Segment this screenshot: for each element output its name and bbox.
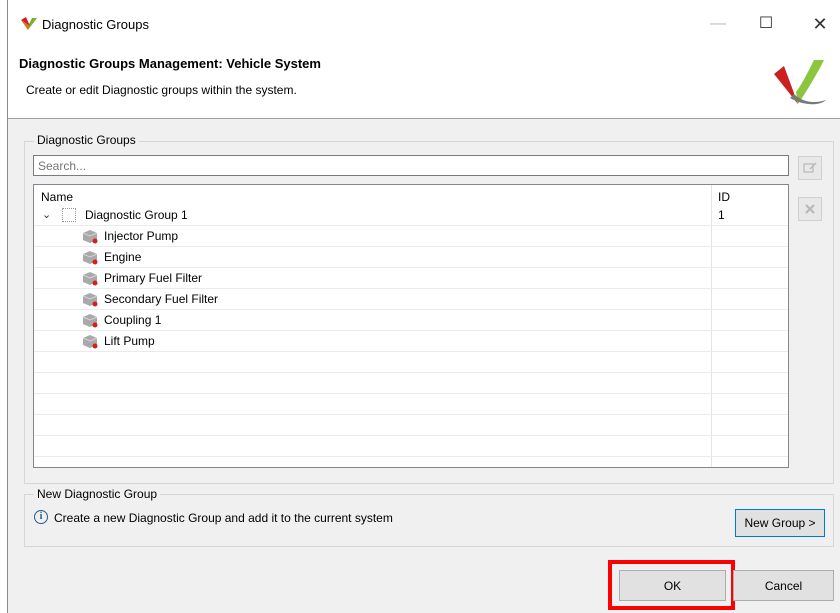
new-group-info-text: Create a new Diagnostic Group and add it… (54, 511, 393, 525)
component-icon (82, 251, 98, 265)
tree-row-empty (34, 415, 788, 436)
column-header-id[interactable]: ID (718, 190, 730, 204)
delete-icon (805, 204, 815, 214)
child-label: Injector Pump (104, 229, 179, 243)
column-header-name[interactable]: Name (41, 190, 73, 204)
tree-row-child[interactable]: Coupling 1 (34, 310, 788, 331)
edit-icon (803, 162, 817, 173)
tree-header: Name ID (34, 185, 788, 205)
new-group-button[interactable]: New Group > (735, 509, 825, 537)
component-icon (82, 272, 98, 286)
tree-row-child[interactable]: Injector Pump (34, 226, 788, 247)
window-title: Diagnostic Groups (42, 17, 149, 32)
group-checkbox[interactable] (62, 208, 76, 222)
diagnostic-groups-legend: Diagnostic Groups (34, 133, 139, 147)
component-icon (82, 293, 98, 307)
group-label: Diagnostic Group 1 (85, 208, 188, 222)
header-description: Create or edit Diagnostic groups within … (26, 83, 297, 97)
dialog-header: Diagnostic Groups Management: Vehicle Sy… (8, 50, 840, 118)
tree-row-empty (34, 352, 788, 373)
ok-button-highlight (608, 560, 735, 610)
search-input[interactable] (33, 155, 789, 176)
tree-row-empty (34, 373, 788, 394)
cancel-button[interactable]: Cancel (733, 570, 834, 601)
chevron-down-icon[interactable]: ⌄ (42, 208, 51, 221)
child-label: Engine (104, 250, 142, 264)
app-logo-icon (21, 17, 37, 30)
child-label: Primary Fuel Filter (104, 271, 203, 285)
component-icon (82, 314, 98, 328)
delete-group-button[interactable] (798, 197, 822, 221)
child-label: Lift Pump (104, 334, 155, 348)
brand-logo-icon (774, 60, 826, 105)
tree-row-child[interactable]: Primary Fuel Filter (34, 268, 788, 289)
component-icon (82, 230, 98, 244)
maximize-button[interactable]: ☐ (746, 8, 786, 40)
groups-tree[interactable]: Name ID ⌄ Diagnostic Group 1 1 Injector … (33, 184, 789, 468)
group-id: 1 (718, 208, 725, 222)
child-label: Secondary Fuel Filter (104, 292, 219, 306)
tree-row-empty (34, 394, 788, 415)
dialog-window: Diagnostic Groups — ☐ ✕ Diagnostic Group… (7, 0, 840, 613)
header-title: Diagnostic Groups Management: Vehicle Sy… (19, 56, 321, 71)
edit-group-button[interactable] (798, 156, 822, 180)
minimize-button[interactable]: — (698, 8, 738, 40)
child-label: Coupling 1 (104, 313, 162, 327)
title-bar: Diagnostic Groups — ☐ ✕ (8, 0, 840, 50)
tree-row-group[interactable]: ⌄ Diagnostic Group 1 1 (34, 205, 788, 226)
close-button[interactable]: ✕ (800, 8, 840, 40)
tree-row-child[interactable]: Lift Pump (34, 331, 788, 352)
tree-row-empty (34, 436, 788, 457)
tree-row-child[interactable]: Engine (34, 247, 788, 268)
component-icon (82, 335, 98, 349)
dialog-body: Diagnostic Groups Name ID ⌄ Diagnostic G… (8, 119, 840, 613)
tree-row-child[interactable]: Secondary Fuel Filter (34, 289, 788, 310)
info-icon: i (34, 510, 48, 524)
new-group-legend: New Diagnostic Group (34, 487, 161, 501)
